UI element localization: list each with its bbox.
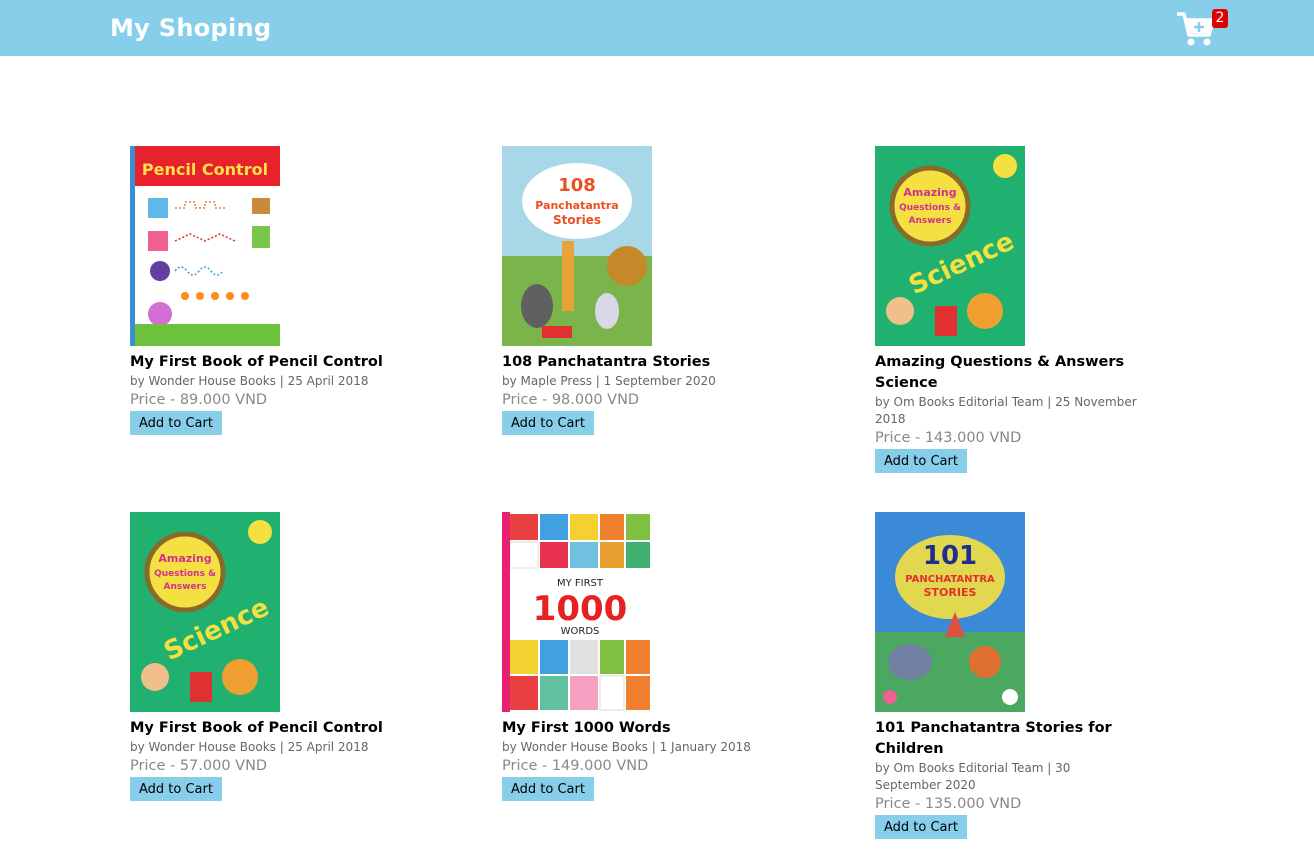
book-cover-image[interactable]: Amazing Questions & Answers Science [875,146,1025,346]
add-to-cart-button[interactable]: Add to Cart [130,777,222,801]
product-title[interactable]: My First Book of Pencil Control [130,718,392,739]
product-price: Price - 149.000 VND [502,758,649,774]
book-cover-image[interactable]: MY FIRST 1000 WORDS [502,512,652,712]
product-title[interactable]: 101 Panchatantra Stories for Children [875,718,1137,760]
book-cover-image[interactable]: Amazing Questions & Answers Science [130,512,280,712]
cart-count-badge: 2 [1212,9,1228,28]
svg-text:MY FIRST: MY FIRST [557,578,604,589]
product-price: Price - 143.000 VND [875,430,1022,446]
svg-text:Stories: Stories [553,213,601,227]
product-author-date: by Wonder House Books | 25 April 2018 [130,740,369,754]
product-title[interactable]: My First Book of Pencil Control [130,352,392,373]
svg-text:PANCHATANTRA: PANCHATANTRA [905,574,995,585]
top-nav-bar: My Shoping 2 [0,0,1314,56]
product-price: Price - 89.000 VND [130,392,268,408]
svg-text:101: 101 [923,541,977,571]
product-title[interactable]: My First 1000 Words [502,718,764,739]
svg-text:STORIES: STORIES [924,586,977,599]
product-card: MY FIRST 1000 WORDS My First 1000 Words … [502,512,764,801]
svg-text:Panchatantra: Panchatantra [535,199,618,212]
svg-text:108: 108 [558,175,596,196]
book-cover-image[interactable]: 101 PANCHATANTRA STORIES [875,512,1025,712]
product-price: Price - 98.000 VND [502,392,640,408]
product-author-date: by Om Books Editorial Team | 30 Septembe… [875,761,1071,792]
cover-title: Pencil Control [142,160,268,179]
svg-text:Questions &: Questions & [154,569,216,579]
shopping-cart-icon [1177,12,1215,46]
svg-text:1000: 1000 [533,589,628,629]
product-title[interactable]: Amazing Questions & Answers Science [875,352,1137,394]
brand-logo[interactable]: My Shoping [110,14,271,42]
product-card: 108 Panchatantra Stories 108 Panchatantr… [502,146,764,435]
add-to-cart-button[interactable]: Add to Cart [502,777,594,801]
product-price: Price - 57.000 VND [130,758,268,774]
product-price: Price - 135.000 VND [875,796,1022,812]
book-cover-image[interactable]: 108 Panchatantra Stories [502,146,652,346]
product-author-date: by Wonder House Books | 25 April 2018 [130,374,369,388]
add-to-cart-button[interactable]: Add to Cart [502,411,594,435]
product-author-date: by Om Books Editorial Team | 25 November… [875,395,1137,426]
svg-text:Amazing: Amazing [158,552,211,565]
product-card: Amazing Questions & Answers Science Amaz… [875,146,1137,473]
add-to-cart-button[interactable]: Add to Cart [875,449,967,473]
product-card: Pencil Control My First Book of Pencil C… [130,146,392,435]
svg-text:Answers: Answers [909,216,952,226]
add-to-cart-button[interactable]: Add to Cart [130,411,222,435]
product-author-date: by Maple Press | 1 September 2020 [502,374,716,388]
book-cover-image[interactable]: Pencil Control [130,146,280,346]
product-card: 101 PANCHATANTRA STORIES 101 Panchatantr… [875,512,1137,839]
svg-text:Answers: Answers [164,582,207,592]
cart-button[interactable]: 2 [1172,6,1232,50]
svg-text:Amazing: Amazing [903,186,956,199]
add-to-cart-button[interactable]: Add to Cart [875,815,967,839]
svg-text:Questions &: Questions & [899,203,961,213]
product-author-date: by Wonder House Books | 1 January 2018 [502,740,751,754]
product-title[interactable]: 108 Panchatantra Stories [502,352,764,373]
product-card: Amazing Questions & Answers Science My F… [130,512,392,801]
svg-text:WORDS: WORDS [561,626,600,637]
